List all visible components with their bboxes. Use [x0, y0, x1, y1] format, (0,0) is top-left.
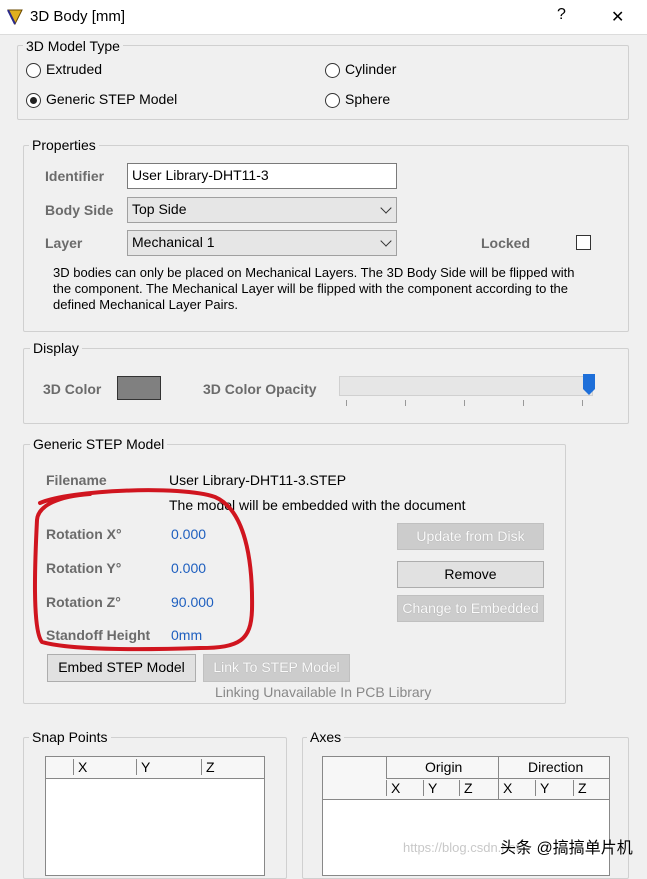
- locked-label: Locked: [481, 235, 531, 251]
- color-swatch[interactable]: [117, 376, 161, 400]
- generic-step-radio[interactable]: [26, 93, 41, 108]
- cylinder-label[interactable]: Cylinder: [345, 61, 396, 77]
- change-to-embedded-button[interactable]: Change to Embedded: [397, 595, 544, 622]
- embed-note: The model will be embedded with the docu…: [169, 497, 466, 513]
- app-icon: [7, 9, 23, 26]
- axes-header: Origin Direction X Y Z X Y Z: [323, 757, 609, 800]
- window-title: 3D Body [mm]: [30, 8, 126, 25]
- note-line-1: 3D bodies can only be placed on Mechanic…: [53, 265, 575, 280]
- cylinder-radio[interactable]: [325, 63, 340, 78]
- snap-col-z[interactable]: Z: [201, 759, 215, 775]
- slider-tick: [464, 400, 465, 406]
- note-line-3: defined Mechanical Layer Pairs.: [53, 297, 238, 312]
- opacity-slider[interactable]: [339, 376, 593, 396]
- link-to-step-model-button[interactable]: Link To STEP Model: [203, 654, 350, 682]
- origin-col-y[interactable]: Y: [423, 780, 437, 796]
- sphere-radio[interactable]: [325, 93, 340, 108]
- chevron-down-icon: [380, 235, 392, 247]
- embed-step-model-button[interactable]: Embed STEP Model: [47, 654, 196, 682]
- slider-thumb[interactable]: [583, 374, 595, 395]
- title-bar: 3D Body [mm] ? ✕: [0, 0, 647, 35]
- generic-step-label[interactable]: Generic STEP Model: [46, 91, 177, 107]
- slider-tick: [405, 400, 406, 406]
- note-line-2: the component. The Mechanical Layer will…: [53, 281, 569, 296]
- direction-col-y[interactable]: Y: [535, 780, 549, 796]
- standoff-height-value[interactable]: 0mm: [171, 627, 202, 643]
- body-side-label: Body Side: [45, 202, 114, 218]
- body-side-select[interactable]: Top Side: [127, 197, 397, 223]
- origin-header: Origin: [425, 759, 463, 775]
- slider-tick: [582, 400, 583, 406]
- extruded-label[interactable]: Extruded: [46, 61, 102, 77]
- update-from-disk-button[interactable]: Update from Disk: [397, 523, 544, 550]
- snap-points-legend: Snap Points: [29, 729, 111, 745]
- extruded-radio[interactable]: [26, 63, 41, 78]
- chevron-down-icon: [380, 202, 392, 214]
- identifier-label: Identifier: [45, 168, 105, 184]
- rotation-z-label: Rotation Z°: [46, 594, 121, 610]
- model-type-group: [17, 45, 629, 120]
- origin-col-x[interactable]: X: [386, 780, 400, 796]
- close-button[interactable]: ✕: [611, 7, 624, 27]
- properties-note: 3D bodies can only be placed on Mechanic…: [53, 265, 613, 313]
- filename-label: Filename: [46, 472, 107, 488]
- snap-col-y[interactable]: Y: [136, 759, 150, 775]
- rotation-z-value[interactable]: 90.000: [171, 594, 214, 610]
- direction-col-x[interactable]: X: [498, 780, 512, 796]
- direction-header: Direction: [528, 759, 584, 775]
- filename-value: User Library-DHT11-3.STEP: [169, 472, 347, 488]
- properties-legend: Properties: [29, 137, 99, 153]
- snap-col-x[interactable]: X: [73, 759, 87, 775]
- watermark-caption: 头条 @搞搞单片机: [500, 840, 633, 857]
- rotation-x-value[interactable]: 0.000: [171, 526, 206, 542]
- opacity-label: 3D Color Opacity: [203, 381, 317, 397]
- layer-select[interactable]: Mechanical 1: [127, 230, 397, 256]
- axes-grid[interactable]: Origin Direction X Y Z X Y Z: [322, 756, 610, 876]
- rotation-x-label: Rotation X°: [46, 526, 122, 542]
- snap-points-header: X Y Z: [46, 757, 264, 779]
- help-button[interactable]: ?: [557, 6, 566, 24]
- direction-col-z[interactable]: Z: [573, 780, 587, 796]
- snap-points-grid[interactable]: X Y Z: [45, 756, 265, 876]
- rotation-y-label: Rotation Y°: [46, 560, 122, 576]
- locked-checkbox[interactable]: [576, 235, 591, 250]
- model-type-legend: 3D Model Type: [23, 38, 123, 54]
- sphere-label[interactable]: Sphere: [345, 91, 390, 107]
- layer-label: Layer: [45, 235, 83, 251]
- rotation-y-value[interactable]: 0.000: [171, 560, 206, 576]
- standoff-height-label: Standoff Height: [46, 627, 151, 643]
- axes-legend: Axes: [307, 729, 345, 745]
- color-label: 3D Color: [43, 381, 102, 397]
- step-model-legend: Generic STEP Model: [30, 436, 168, 452]
- slider-tick: [523, 400, 524, 406]
- remove-button[interactable]: Remove: [397, 561, 544, 588]
- linking-unavailable-note: Linking Unavailable In PCB Library: [215, 684, 432, 700]
- slider-tick: [346, 400, 347, 406]
- display-legend: Display: [30, 340, 82, 356]
- origin-col-z[interactable]: Z: [459, 780, 473, 796]
- body-side-value: Top Side: [132, 201, 187, 217]
- identifier-input[interactable]: User Library-DHT11-3: [127, 163, 397, 189]
- layer-value: Mechanical 1: [132, 234, 215, 250]
